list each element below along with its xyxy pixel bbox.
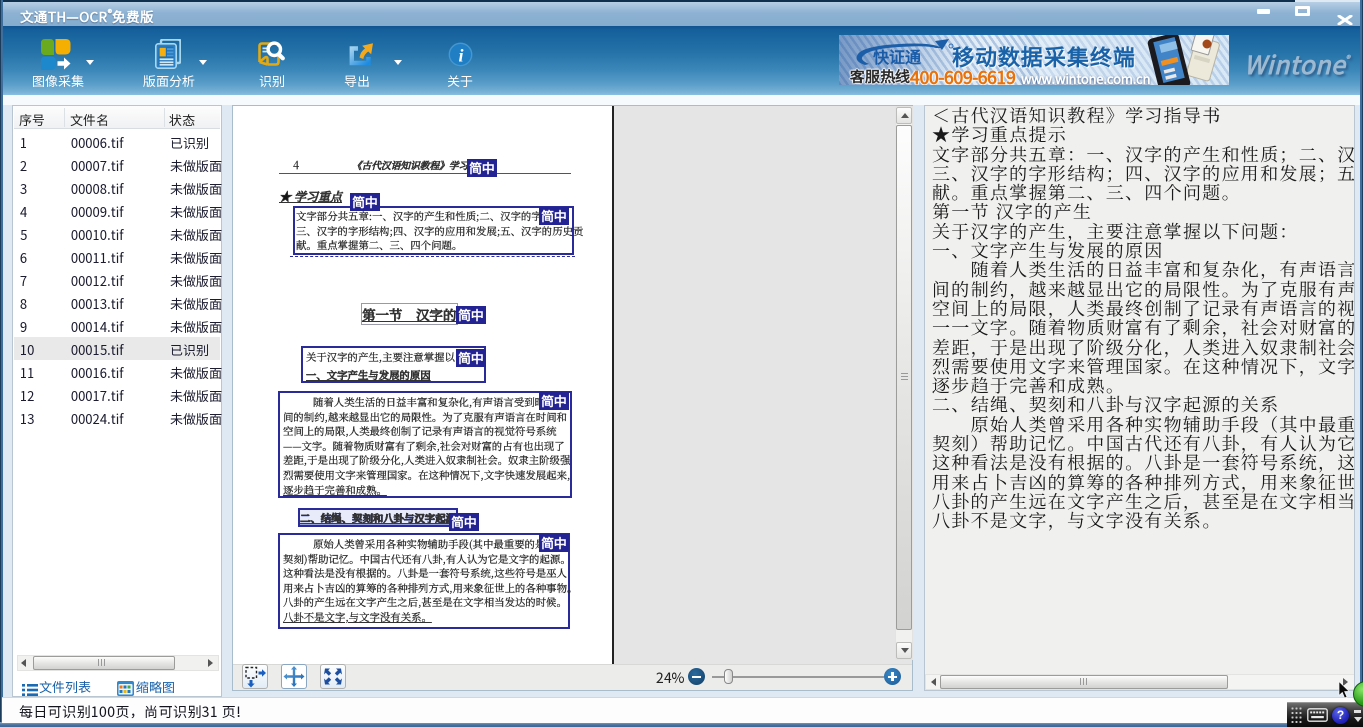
svg-text:i: i: [458, 46, 463, 66]
